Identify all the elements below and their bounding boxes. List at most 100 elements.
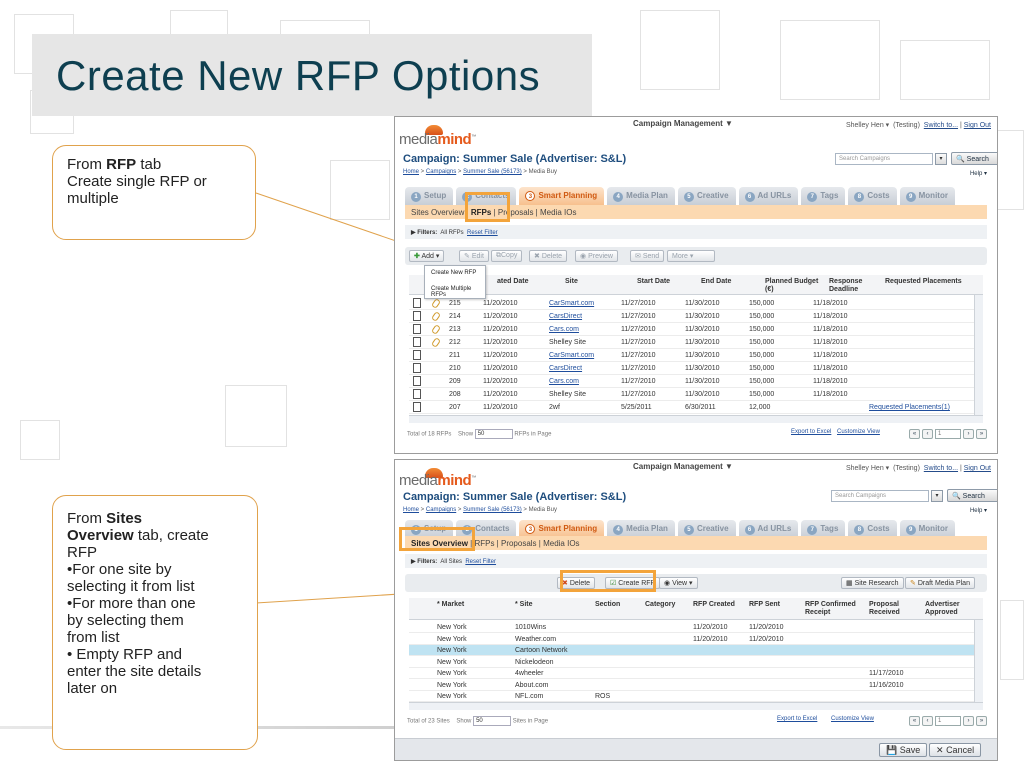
table-row[interactable]: New York 4wheeler 11/17/2010 bbox=[409, 668, 975, 679]
column-header[interactable]: RFP Created bbox=[693, 601, 735, 609]
tab-creative[interactable]: 5 Creative bbox=[677, 187, 736, 205]
document-icon[interactable] bbox=[413, 350, 421, 360]
tab-tags[interactable]: 7 Tags bbox=[801, 187, 846, 205]
breadcrumb-home[interactable]: Home bbox=[403, 507, 419, 513]
more-button[interactable]: More ▾ bbox=[667, 250, 715, 262]
search-input[interactable]: Search Campaigns bbox=[831, 490, 929, 502]
help-menu[interactable]: Help ▾ bbox=[970, 170, 987, 177]
column-header[interactable]: End Date bbox=[701, 278, 731, 286]
column-header[interactable]: Category bbox=[645, 601, 675, 609]
page-number-input[interactable]: 1 bbox=[935, 716, 961, 726]
column-header[interactable]: Start Date bbox=[637, 278, 670, 286]
table-row[interactable]: 213 11/20/2010 Cars.com 11/27/2010 11/30/201… bbox=[409, 323, 975, 336]
switch-to-link[interactable]: Switch to... bbox=[924, 122, 958, 129]
prev-page-button[interactable]: ‹ bbox=[922, 429, 933, 439]
campaign-management-menu[interactable]: Campaign Management ▼ bbox=[633, 462, 733, 471]
export-to-excel-link[interactable]: Export to Excel bbox=[777, 716, 817, 722]
document-icon[interactable] bbox=[413, 298, 421, 308]
save-button[interactable]: 💾 Save bbox=[879, 743, 928, 757]
reset-filter-link[interactable]: Reset Filter bbox=[465, 559, 496, 565]
column-header[interactable]: RFP Confirmed Receipt bbox=[805, 601, 861, 617]
table-row[interactable]: New York About.com 11/16/2010 bbox=[409, 680, 975, 691]
subnav-sites-overview[interactable]: Sites Overview bbox=[411, 208, 464, 217]
table-row[interactable]: 214 11/20/2010 CarsDirect 11/27/2010 11/30/2… bbox=[409, 310, 975, 323]
edit-button[interactable]: ✎ Edit bbox=[459, 250, 489, 262]
customize-view-link[interactable]: Customize View bbox=[831, 716, 874, 722]
help-menu[interactable]: Help ▾ bbox=[970, 507, 987, 514]
table-row[interactable]: 207 11/20/2010 2wf 5/25/2011 6/30/2011 12,000… bbox=[409, 401, 975, 414]
tab-media-plan[interactable]: 4 Media Plan bbox=[607, 187, 675, 205]
site-research-button[interactable]: ▦ Site Research bbox=[841, 577, 904, 589]
table-row[interactable]: 211 11/20/2010 CarSmart.com 11/27/2010 11/30… bbox=[409, 349, 975, 362]
document-icon[interactable] bbox=[413, 337, 421, 347]
tab-monitor[interactable]: 9 Monitor bbox=[899, 187, 955, 205]
menu-item-create-multiple-rfps[interactable]: Create Multiple RFPs bbox=[425, 282, 485, 298]
tab-ad-urls[interactable]: 6 Ad URLs bbox=[738, 187, 799, 205]
breadcrumb-campaigns[interactable]: Campaigns bbox=[426, 169, 456, 175]
search-button[interactable]: 🔍 Search bbox=[947, 489, 997, 502]
delete-button[interactable]: ✖ Delete bbox=[529, 250, 568, 262]
table-row[interactable]: New York Weather.com 11/20/2010 11/20/2010 bbox=[409, 634, 975, 645]
table-row[interactable]: 208 11/20/2010 Shelley Site 11/27/2010 11/30… bbox=[409, 388, 975, 401]
column-header[interactable]: * Market bbox=[437, 601, 464, 609]
table-row[interactable]: New York NFL.com ROS bbox=[409, 691, 975, 702]
table-row[interactable]: 215 11/20/2010 CarSmart.com 11/27/2010 11/30… bbox=[409, 297, 975, 310]
site-name-cell[interactable]: CarsDirect bbox=[549, 313, 582, 320]
search-dropdown-button[interactable]: ▾ bbox=[931, 490, 943, 502]
search-input[interactable]: Search Campaigns bbox=[835, 153, 933, 165]
rfp-grid-hscroll[interactable] bbox=[409, 415, 983, 423]
sites-grid-hscroll[interactable] bbox=[409, 702, 983, 710]
export-to-excel-link[interactable]: Export to Excel bbox=[791, 429, 831, 435]
table-row[interactable]: 212 11/20/2010 Shelley Site 11/27/2010 11/30… bbox=[409, 336, 975, 349]
site-name-cell[interactable]: Cars.com bbox=[549, 326, 579, 333]
cancel-button[interactable]: ✕ Cancel bbox=[929, 743, 982, 757]
document-icon[interactable] bbox=[413, 363, 421, 373]
site-name-cell[interactable]: CarSmart.com bbox=[549, 300, 594, 307]
user-menu[interactable]: Shelley Hen ▾ bbox=[846, 465, 889, 472]
send-button[interactable]: ✉ Send bbox=[630, 250, 665, 262]
view-button[interactable]: ◉ View ▾ bbox=[659, 577, 698, 589]
column-header[interactable]: Planned Budget (€) bbox=[765, 278, 827, 294]
subnav-media-ios[interactable]: Media IOs bbox=[540, 208, 576, 217]
draft-media-plan-button[interactable]: ✎ Draft Media Plan bbox=[905, 577, 975, 589]
subnav-proposals[interactable]: Proposals bbox=[501, 539, 537, 548]
search-button[interactable]: 🔍 Search bbox=[951, 152, 997, 165]
table-row[interactable]: 209 11/20/2010 Cars.com 11/27/2010 11/30/201… bbox=[409, 375, 975, 388]
document-icon[interactable] bbox=[413, 389, 421, 399]
first-page-button[interactable]: « bbox=[909, 429, 920, 439]
table-row[interactable]: New York Cartoon Network bbox=[409, 645, 975, 656]
last-page-button[interactable]: » bbox=[976, 429, 987, 439]
site-name-cell[interactable]: CarSmart.com bbox=[549, 352, 594, 359]
table-row[interactable]: New York 1010Wins 11/20/2010 11/20/2010 bbox=[409, 622, 975, 633]
page-number-input[interactable]: 1 bbox=[935, 429, 961, 439]
menu-item-create-new-rfp[interactable]: Create New RFP bbox=[425, 266, 485, 282]
requested-placements-cell[interactable]: Requested Placements(1) bbox=[869, 404, 950, 411]
rfp-grid-vscroll[interactable] bbox=[974, 295, 983, 417]
last-page-button[interactable]: » bbox=[976, 716, 987, 726]
page-size-select[interactable]: 50 bbox=[474, 429, 513, 439]
site-name-cell[interactable]: Cars.com bbox=[549, 378, 579, 385]
column-header[interactable]: RFP Sent bbox=[749, 601, 780, 609]
sign-out-link[interactable]: Sign Out bbox=[964, 465, 991, 472]
column-header[interactable]: Site bbox=[565, 278, 578, 286]
user-menu[interactable]: Shelley Hen ▾ bbox=[846, 122, 889, 129]
tab-costs[interactable]: 8 Costs bbox=[848, 187, 897, 205]
document-icon[interactable] bbox=[413, 376, 421, 386]
add-button[interactable]: ✚ Add ▾ bbox=[409, 250, 445, 262]
page-size-select[interactable]: 50 bbox=[473, 716, 512, 726]
preview-button[interactable]: ◉ Preview bbox=[575, 250, 618, 262]
first-page-button[interactable]: « bbox=[909, 716, 920, 726]
column-header[interactable]: Advertiser Approved bbox=[925, 601, 975, 617]
sign-out-link[interactable]: Sign Out bbox=[964, 122, 991, 129]
table-row[interactable]: New York Nickelodeon bbox=[409, 657, 975, 668]
breadcrumb-campaign[interactable]: Summer Sale (56173) bbox=[463, 169, 522, 175]
tab-setup[interactable]: 1 Setup bbox=[405, 187, 454, 205]
column-header[interactable]: Requested Placements bbox=[885, 278, 962, 286]
next-page-button[interactable]: › bbox=[963, 716, 974, 726]
column-header[interactable]: ated Date bbox=[497, 278, 529, 286]
campaign-management-menu[interactable]: Campaign Management ▼ bbox=[633, 119, 733, 128]
breadcrumb-campaigns[interactable]: Campaigns bbox=[426, 507, 456, 513]
column-header[interactable]: Proposal Received bbox=[869, 601, 915, 617]
prev-page-button[interactable]: ‹ bbox=[922, 716, 933, 726]
breadcrumb-home[interactable]: Home bbox=[403, 169, 419, 175]
